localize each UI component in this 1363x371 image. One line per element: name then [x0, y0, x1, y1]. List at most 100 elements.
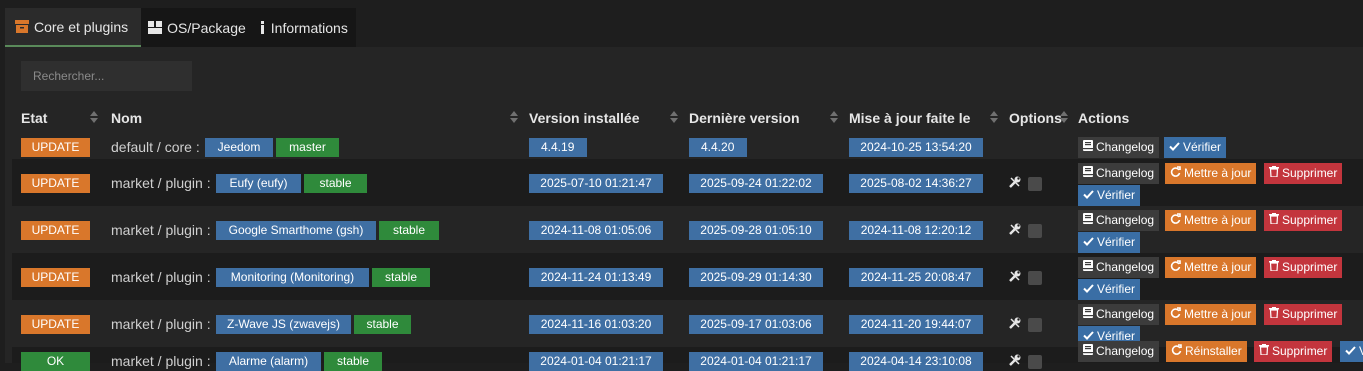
plugin-name-tag: Google Smarthome (gsh): [216, 221, 376, 240]
updated-date: 2024-11-20 19:44:07: [849, 315, 983, 334]
changelog-button[interactable]: Changelog: [1078, 304, 1160, 325]
verifier-button[interactable]: Vérifier: [1078, 232, 1141, 253]
row-prefix: market / plugin :: [111, 175, 211, 191]
latest-version: 2025-09-24 01:22:02: [689, 174, 823, 193]
installed-version: 4.4.19: [529, 138, 587, 157]
option-checkbox[interactable]: [1028, 318, 1042, 332]
updated-date: 2024-11-08 12:20:12: [849, 221, 983, 240]
latest-version: 2025-09-28 01:05:10: [689, 221, 823, 240]
search-input[interactable]: [21, 61, 192, 91]
branch-tag: stable: [372, 268, 430, 287]
changelog-button[interactable]: Changelog: [1078, 257, 1160, 278]
refresh-icon: [1171, 341, 1182, 362]
tab-label: OS/Package: [167, 19, 246, 36]
trash-icon: [1259, 341, 1269, 362]
installed-version: 2024-11-16 01:03:20: [529, 315, 663, 334]
archive-icon: [15, 20, 29, 34]
verifier-button[interactable]: Vérifier: [1078, 185, 1141, 206]
button-label: Supprimer: [1282, 260, 1338, 274]
mettre-a-jour-button[interactable]: Mettre à jour: [1165, 210, 1257, 231]
changelog-button[interactable]: Changelog: [1078, 163, 1160, 184]
mettre-a-jour-button[interactable]: Mettre à jour: [1165, 163, 1257, 184]
row-stripe: [12, 347, 1363, 363]
tab-os-package[interactable]: OS/Package: [141, 8, 253, 47]
installed-version: 2025-07-10 01:21:47: [529, 174, 663, 193]
branch-tag: stable: [304, 174, 367, 193]
branch-tag: master: [276, 138, 339, 157]
column-header-nom[interactable]: Nom: [111, 108, 142, 128]
plugin-name-tag: Eufy (eufy): [216, 174, 301, 193]
cubes-icon: [148, 21, 163, 35]
latest-version: 2025-09-17 01:03:06: [689, 315, 823, 334]
button-label: Changelog: [1096, 260, 1155, 274]
changelog-button[interactable]: Changelog: [1078, 210, 1160, 231]
sort-icon[interactable]: [670, 108, 678, 126]
row-prefix: market / plugin :: [111, 222, 211, 238]
row-stripe: [12, 253, 1363, 300]
book-icon: [1083, 210, 1093, 231]
supprimer-button[interactable]: Supprimer: [1264, 304, 1343, 325]
wrench-icon[interactable]: [1008, 353, 1022, 367]
changelog-button[interactable]: Changelog: [1078, 341, 1160, 362]
row-prefix: market / plugin :: [111, 316, 211, 332]
sort-icon[interactable]: [830, 108, 838, 126]
status-badge: UPDATE: [21, 174, 90, 193]
check-icon: [1169, 137, 1180, 158]
verifier-button[interactable]: Vérifier: [1340, 341, 1363, 362]
installed-version: 2024-11-08 01:05:06: [529, 221, 663, 240]
updated-date: 2025-08-02 14:36:27: [849, 174, 983, 193]
reinstaller-button[interactable]: Réinstaller: [1166, 341, 1247, 362]
wrench-icon[interactable]: [1008, 316, 1022, 330]
option-checkbox[interactable]: [1028, 224, 1042, 238]
button-label: Supprimer: [1272, 344, 1328, 358]
refresh-icon: [1170, 210, 1181, 231]
column-header-etat[interactable]: Etat: [21, 108, 47, 128]
refresh-icon: [1170, 304, 1181, 325]
plugin-name-tag: Jeedom: [205, 138, 273, 157]
supprimer-button[interactable]: Supprimer: [1264, 210, 1343, 231]
plugin-name-tag: Alarme (alarm): [216, 352, 321, 371]
supprimer-button[interactable]: Supprimer: [1254, 341, 1333, 362]
tab-informations[interactable]: Informations: [252, 8, 356, 47]
button-label: Changelog: [1096, 166, 1155, 180]
book-icon: [1083, 341, 1093, 362]
column-header-options[interactable]: Options: [1009, 108, 1062, 128]
supprimer-button[interactable]: Supprimer: [1264, 257, 1343, 278]
button-label: Mettre à jour: [1184, 307, 1252, 321]
tab-core-plugins[interactable]: Core et plugins: [5, 8, 142, 47]
sort-icon[interactable]: [990, 108, 998, 126]
status-badge: UPDATE: [21, 138, 90, 157]
tab-bar: Core et plugins OS/Package Informations: [5, 8, 356, 47]
verifier-button[interactable]: Vérifier: [1078, 279, 1141, 300]
column-header-version-installee[interactable]: Version installée: [529, 108, 640, 128]
book-icon: [1083, 137, 1093, 158]
option-checkbox[interactable]: [1028, 177, 1042, 191]
trash-icon: [1269, 304, 1279, 325]
wrench-icon[interactable]: [1008, 175, 1022, 189]
option-checkbox[interactable]: [1028, 271, 1042, 285]
sort-icon[interactable]: [1060, 108, 1068, 126]
button-label: Mettre à jour: [1184, 260, 1252, 274]
sort-icon[interactable]: [510, 108, 518, 126]
option-checkbox[interactable]: [1028, 355, 1042, 369]
installed-version: 2024-01-04 01:21:17: [529, 352, 663, 371]
button-label: Changelog: [1096, 213, 1155, 227]
column-header-derniere-version[interactable]: Dernière version: [689, 108, 800, 128]
changelog-button[interactable]: Changelog: [1078, 137, 1160, 158]
supprimer-button[interactable]: Supprimer: [1264, 163, 1343, 184]
sort-icon[interactable]: [90, 108, 98, 126]
wrench-icon[interactable]: [1008, 222, 1022, 236]
mettre-a-jour-button[interactable]: Mettre à jour: [1165, 304, 1257, 325]
tab-label: Informations: [270, 19, 348, 36]
wrench-icon[interactable]: [1008, 269, 1022, 283]
updated-date: 2024-10-25 13:54:20: [849, 138, 983, 157]
column-header-mise-a-jour[interactable]: Mise à jour faite le: [849, 108, 970, 128]
status-badge: UPDATE: [21, 315, 90, 334]
trash-icon: [1269, 163, 1279, 184]
button-label: Vérifier: [1097, 282, 1136, 296]
mettre-a-jour-button[interactable]: Mettre à jour: [1165, 257, 1257, 278]
button-label: Mettre à jour: [1184, 166, 1252, 180]
book-icon: [1083, 257, 1093, 278]
verifier-button[interactable]: Vérifier: [1164, 137, 1227, 158]
latest-version: 4.4.20: [689, 138, 747, 157]
